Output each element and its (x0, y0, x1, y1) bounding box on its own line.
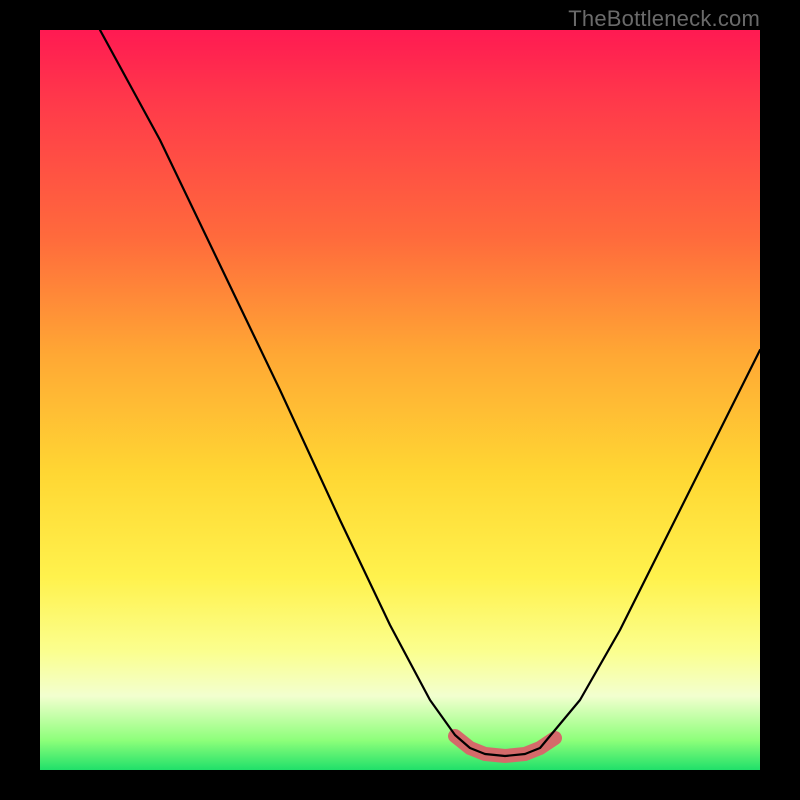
chart-frame: TheBottleneck.com (0, 0, 800, 800)
watermark-text: TheBottleneck.com (568, 6, 760, 32)
chart-svg (40, 30, 760, 770)
valley-marker (455, 736, 555, 756)
bottleneck-curve (100, 30, 760, 756)
plot-area (40, 30, 760, 770)
